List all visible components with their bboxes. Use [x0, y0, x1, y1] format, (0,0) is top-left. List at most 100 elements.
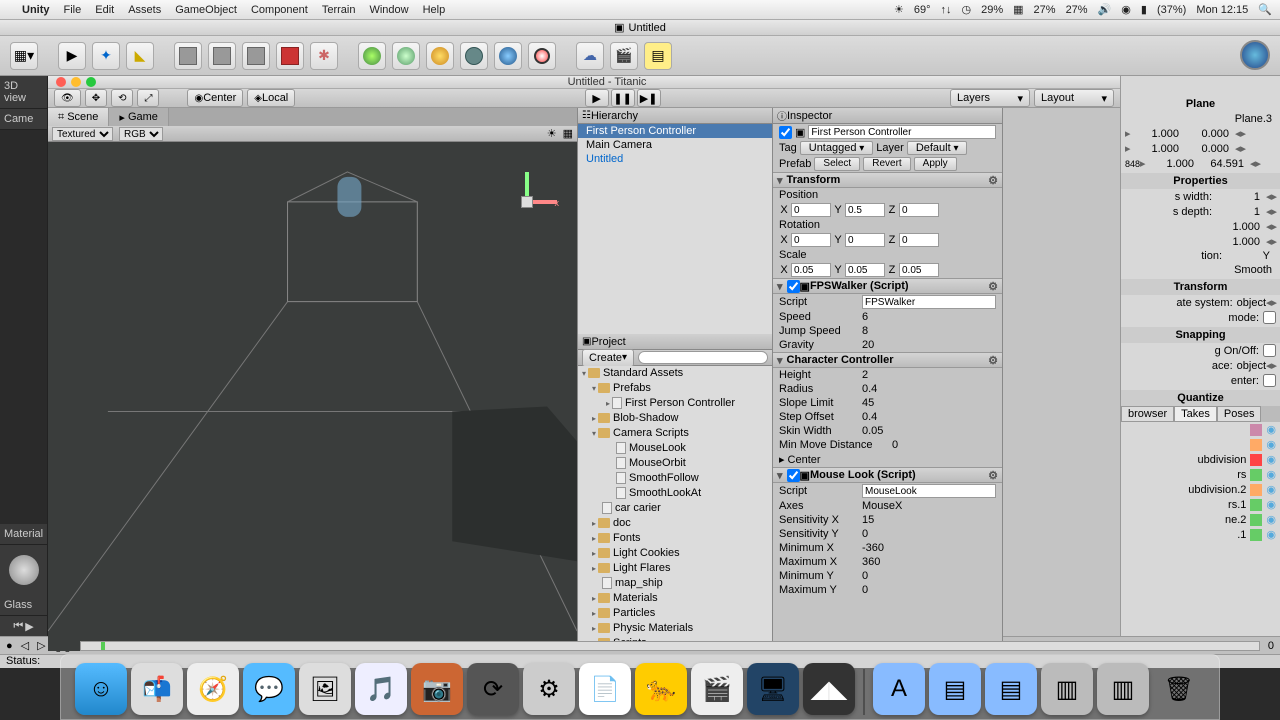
pause-button[interactable]: ❚❚	[611, 89, 635, 107]
take-item[interactable]: ◉	[1121, 437, 1280, 452]
cube2-button[interactable]	[208, 42, 236, 70]
fpswalker-header[interactable]: ▾ ▣ FPSWalker (Script)⚙	[773, 278, 1002, 294]
film-button[interactable]: 🎬	[610, 42, 638, 70]
menu-help[interactable]: Help	[423, 4, 446, 16]
key-icon[interactable]: ●	[6, 640, 13, 652]
dock-cheetah[interactable]: 🐆	[635, 663, 687, 715]
dock-folder2[interactable]: ▥	[1041, 663, 1093, 715]
globe-button[interactable]	[494, 42, 522, 70]
rewind-icon[interactable]: ⏮	[13, 620, 23, 633]
project-node[interactable]: MouseOrbit	[578, 456, 772, 471]
green-ball-button[interactable]	[358, 42, 386, 70]
spotlight-icon[interactable]: 🔍	[1258, 3, 1272, 16]
project-search[interactable]	[638, 351, 768, 364]
dock-finder[interactable]: ☺	[75, 663, 127, 715]
dock-imovie[interactable]: 🎬	[691, 663, 743, 715]
menu-gameobject[interactable]: GameObject	[175, 4, 237, 16]
project-node[interactable]: Particles	[578, 606, 772, 621]
rot-z[interactable]	[899, 233, 939, 247]
dock-trash[interactable]: 🗑	[1153, 663, 1205, 715]
axes2-button[interactable]: ✱	[310, 42, 338, 70]
gear-icon[interactable]: ⚙	[988, 280, 998, 293]
menu-file[interactable]: File	[64, 4, 82, 16]
hierarchy-item-untitled[interactable]: Untitled	[578, 152, 772, 166]
swirl-button[interactable]	[392, 42, 420, 70]
dock-safari[interactable]: 🧭	[187, 663, 239, 715]
dock-appstore[interactable]: A	[873, 663, 925, 715]
scale-x[interactable]	[791, 263, 831, 277]
pos-x[interactable]	[791, 203, 831, 217]
next-key-icon[interactable]: ▷	[37, 639, 45, 652]
cube-red-button[interactable]	[276, 42, 304, 70]
play-icon[interactable]: ▶	[25, 620, 33, 633]
tag-dropdown[interactable]: Untagged ▾	[800, 141, 874, 155]
rot-x[interactable]	[791, 233, 831, 247]
fps-script[interactable]	[862, 295, 996, 309]
audio-icon[interactable]: ▦	[563, 127, 573, 140]
menu-assets[interactable]: Assets	[128, 4, 161, 16]
create-button[interactable]: Create ▾	[582, 349, 634, 367]
go-name-field[interactable]	[808, 125, 996, 139]
dock-ichat[interactable]: 💬	[243, 663, 295, 715]
project-node[interactable]: Fonts	[578, 531, 772, 546]
prev-key-icon[interactable]: ◁	[21, 639, 29, 652]
close-button[interactable]	[56, 77, 66, 87]
dock-unity[interactable]: ◢◣	[803, 663, 855, 715]
dock-display[interactable]: 🖥	[747, 663, 799, 715]
take-item[interactable]: ne.2◉	[1121, 512, 1280, 527]
unity-titlebar[interactable]: Untitled - Titanic	[48, 76, 1120, 89]
transform-header[interactable]: ▾Transform⚙	[773, 172, 1002, 188]
move-tool[interactable]: ✥	[85, 89, 107, 107]
dock-textedit[interactable]: 📄	[579, 663, 631, 715]
pos-y[interactable]	[845, 203, 885, 217]
take-item[interactable]: ◉	[1121, 422, 1280, 437]
gear-icon[interactable]: ⚙	[988, 174, 998, 187]
menu-terrain[interactable]: Terrain	[322, 4, 356, 16]
layers-dropdown[interactable]: Layers▾	[950, 89, 1030, 107]
wire-ball-button[interactable]	[460, 42, 488, 70]
take-item[interactable]: rs◉	[1121, 467, 1280, 482]
project-node[interactable]: Prefabs	[578, 381, 772, 396]
hierarchy-item-fpc[interactable]: First Person Controller	[578, 124, 772, 138]
take-item[interactable]: rs.1◉	[1121, 497, 1280, 512]
project-node[interactable]: Standard Assets	[578, 366, 772, 381]
ml-script[interactable]	[862, 484, 996, 498]
project-node[interactable]: Camera Scripts	[578, 426, 772, 441]
cube1-button[interactable]	[174, 42, 202, 70]
pos-z[interactable]	[899, 203, 939, 217]
clock-text[interactable]: Mon 12:15	[1196, 4, 1248, 16]
dock-folder3[interactable]: ▥	[1097, 663, 1149, 715]
charcontroller-header[interactable]: ▾Character Controller⚙	[773, 352, 1002, 368]
pivot-local[interactable]: ◈ Local	[247, 89, 295, 107]
dock-sysprefs[interactable]: ⚙	[523, 663, 575, 715]
prefab-select-button[interactable]: Select	[814, 157, 860, 171]
menu-window[interactable]: Window	[369, 4, 408, 16]
hand-tool[interactable]: 👁	[54, 89, 81, 107]
project-node[interactable]: Blob-Shadow	[578, 411, 772, 426]
gold-ball-button[interactable]	[426, 42, 454, 70]
rotate-tool[interactable]: ⟲	[111, 89, 133, 107]
project-node[interactable]: First Person Controller	[578, 396, 772, 411]
project-node[interactable]: map_ship	[578, 576, 772, 591]
cube3-button[interactable]	[242, 42, 270, 70]
ruler-button[interactable]: ◣	[126, 42, 154, 70]
dock-itunes[interactable]: 🎵	[355, 663, 407, 715]
tab-browser[interactable]: browser	[1121, 406, 1174, 422]
project-node[interactable]: Physic Materials	[578, 621, 772, 636]
dock-preview[interactable]: 🖼	[299, 663, 351, 715]
prefab-apply-button[interactable]: Apply	[914, 157, 957, 171]
cloud-button[interactable]: ☁	[576, 42, 604, 70]
layer-dropdown[interactable]: Default ▾	[907, 141, 968, 155]
prefab-revert-button[interactable]: Revert	[863, 157, 910, 171]
step-button[interactable]: ▶❚	[637, 89, 661, 107]
minimize-button[interactable]	[71, 77, 81, 87]
play-button[interactable]: ▶	[585, 89, 609, 107]
hierarchy-item-camera[interactable]: Main Camera	[578, 138, 772, 152]
take-item[interactable]: .1◉	[1121, 527, 1280, 542]
dock-mail[interactable]: 📬	[131, 663, 183, 715]
project-node[interactable]: SmoothFollow	[578, 471, 772, 486]
layout-dropdown[interactable]: Layout▾	[1034, 89, 1114, 107]
orientation-gizmo[interactable]: x	[497, 172, 557, 232]
mouselook-header[interactable]: ▾ ▣ Mouse Look (Script)⚙	[773, 467, 1002, 483]
pivot-center[interactable]: ◉ Center	[187, 89, 243, 107]
